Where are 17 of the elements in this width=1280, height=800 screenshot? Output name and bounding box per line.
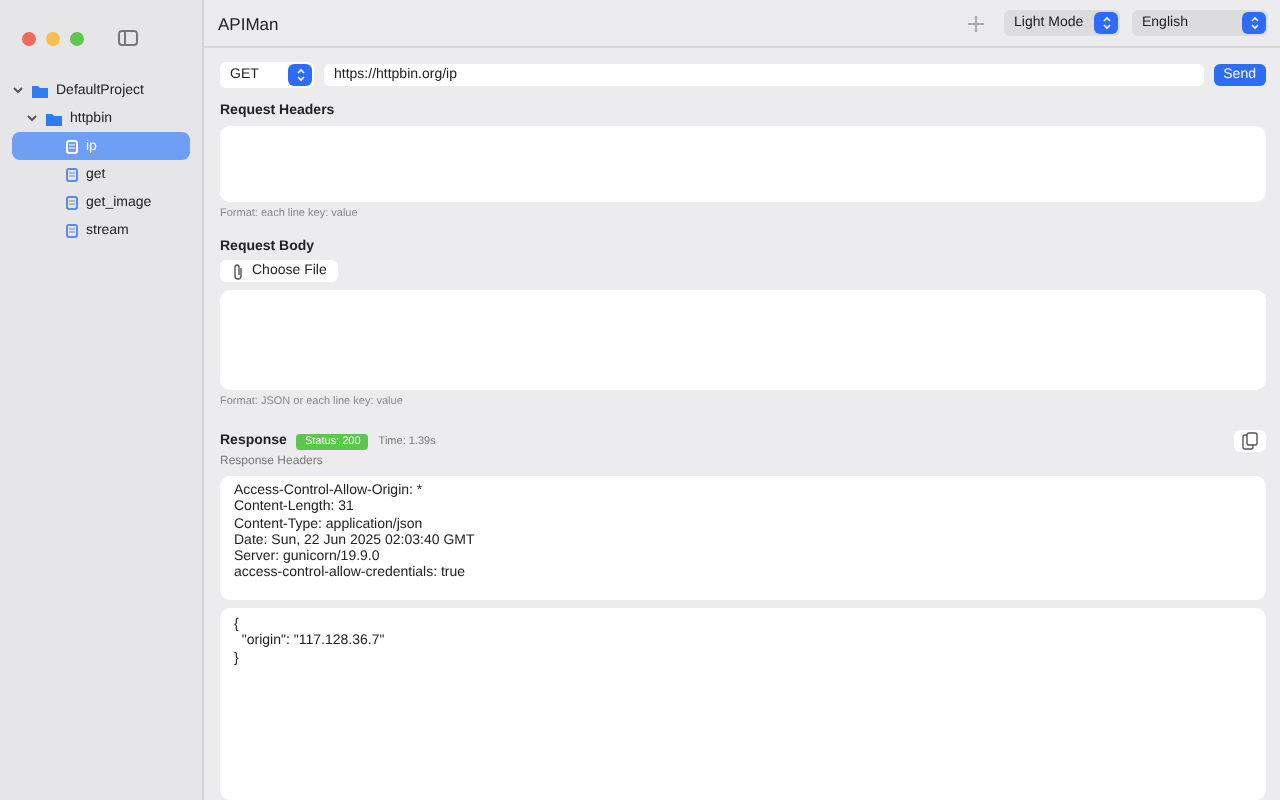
document-icon xyxy=(66,195,78,209)
add-icon[interactable] xyxy=(968,15,984,31)
close-button[interactable] xyxy=(22,31,36,45)
document-icon xyxy=(66,167,78,181)
copy-button[interactable] xyxy=(1234,430,1266,452)
document-icon xyxy=(66,223,78,237)
chevron-icon[interactable] xyxy=(12,84,24,96)
zoom-button[interactable] xyxy=(70,31,84,45)
paperclip-icon xyxy=(232,263,244,279)
window-title: APIMan xyxy=(218,13,281,33)
stepper-icon xyxy=(1242,12,1266,34)
minimize-button[interactable] xyxy=(46,31,60,45)
stepper-icon xyxy=(1094,12,1118,34)
sidebar-toggle-icon[interactable] xyxy=(118,30,138,46)
stepper-icon xyxy=(288,64,312,86)
document-icon xyxy=(66,139,78,153)
chevron-icon[interactable] xyxy=(26,112,38,124)
